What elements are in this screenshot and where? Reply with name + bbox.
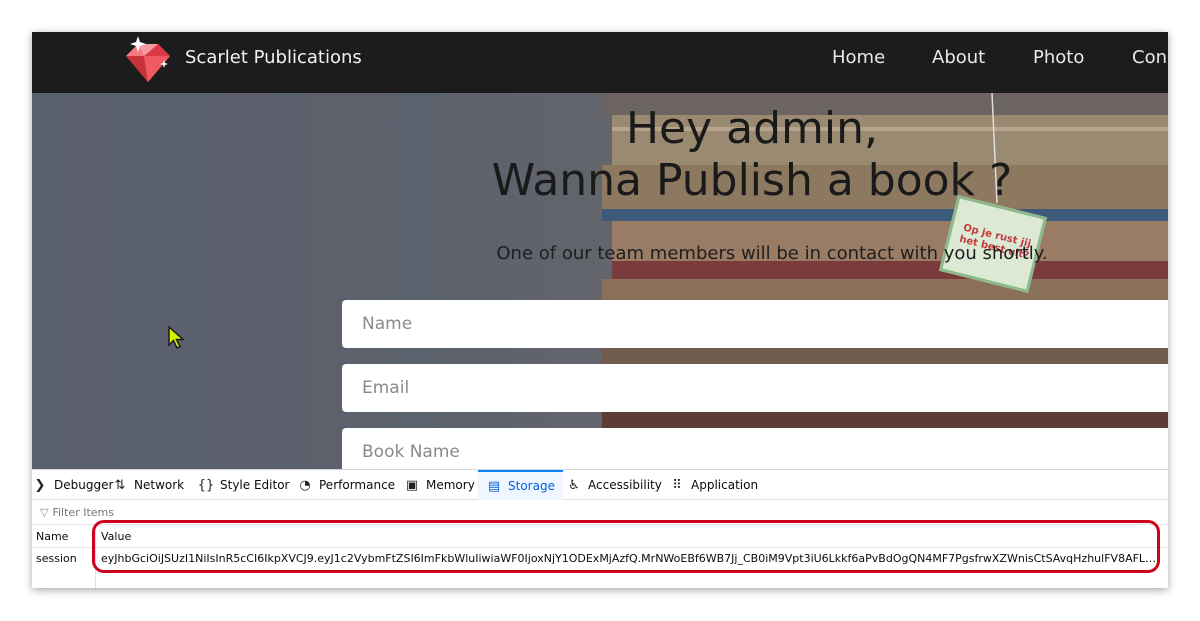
tab-memory[interactable]: ▣ Memory xyxy=(404,470,475,500)
cookie-value-cell[interactable]: eyJhbGciOiJSUzI1NiIsInR5cCI6IkpXVCJ9.eyJ… xyxy=(101,552,1159,565)
nav-link-about[interactable]: About xyxy=(932,47,985,68)
tab-label: Performance xyxy=(319,478,396,492)
tab-network[interactable]: ⇅ Network xyxy=(112,470,185,500)
column-header-name[interactable]: Name xyxy=(36,530,68,543)
email-input[interactable] xyxy=(342,364,1168,412)
braces-icon: {} xyxy=(197,477,215,493)
filter-input[interactable] xyxy=(52,506,353,519)
tab-storage[interactable]: ▤ Storage xyxy=(478,470,563,500)
network-arrows-icon: ⇅ xyxy=(114,477,126,493)
tab-style-editor[interactable]: {} Style Editor xyxy=(197,470,290,500)
tab-label: Storage xyxy=(508,479,555,493)
chip-icon: ▣ xyxy=(405,477,419,493)
tab-label: Application xyxy=(691,478,759,492)
nav-link-contact[interactable]: Con xyxy=(1132,47,1167,68)
devtools-panel: ❯ Debugger ⇅ Network {} Style Editor ◔ P… xyxy=(32,469,1168,588)
tab-label: Memory xyxy=(426,478,475,492)
mouse-cursor-icon xyxy=(168,326,185,350)
gauge-icon: ◔ xyxy=(299,477,311,493)
devtools-tab-bar: ❯ Debugger ⇅ Network {} Style Editor ◔ P… xyxy=(32,470,1168,500)
tab-debugger[interactable]: ❯ Debugger xyxy=(32,470,114,500)
tab-label: Accessibility xyxy=(588,478,662,492)
tab-label: Style Editor xyxy=(220,478,290,492)
tab-label: Network xyxy=(134,478,185,492)
tab-label: Debugger xyxy=(54,478,114,492)
site-navbar: Scarlet Publications Home About Photo Co… xyxy=(32,32,1168,93)
filter-bar: ▽ xyxy=(32,501,1168,525)
cookie-name-cell[interactable]: session xyxy=(36,552,77,565)
accessibility-icon: ♿ xyxy=(568,477,580,493)
hero-subtitle: One of our team members will be in conta… xyxy=(496,243,1048,264)
book-name-input[interactable] xyxy=(342,428,1168,470)
column-header-value[interactable]: Value xyxy=(101,530,131,543)
chevron-right-icon: ❯ xyxy=(34,477,46,493)
brand-name[interactable]: Scarlet Publications xyxy=(185,47,362,68)
hero-title-line-2: Wanna Publish a book ? xyxy=(491,155,1013,206)
name-input[interactable] xyxy=(342,300,1168,348)
grid-icon: ⠿ xyxy=(672,477,682,493)
hero-title-line-1: Hey admin, xyxy=(625,103,879,154)
table-row[interactable]: session eyJhbGciOiJSUzI1NiIsInR5cCI6IkpX… xyxy=(32,548,1168,570)
tab-application[interactable]: ⠿ Application xyxy=(669,470,758,500)
filter-icon: ▽ xyxy=(40,506,49,519)
tab-performance[interactable]: ◔ Performance xyxy=(297,470,395,500)
nav-link-home[interactable]: Home xyxy=(832,47,885,68)
tab-accessibility[interactable]: ♿ Accessibility xyxy=(566,470,662,500)
storage-table-header: Name Value xyxy=(32,526,1168,548)
storage-icon: ▤ xyxy=(487,478,501,494)
hero-section: Op je rust jij het best uit? Hey admin, … xyxy=(32,93,1168,470)
nav-link-photo[interactable]: Photo xyxy=(1033,47,1084,68)
browser-viewport: Scarlet Publications Home About Photo Co… xyxy=(32,32,1168,588)
ruby-logo-icon xyxy=(126,36,170,82)
hero-title: Hey admin, Wanna Publish a book ? xyxy=(452,103,1052,207)
